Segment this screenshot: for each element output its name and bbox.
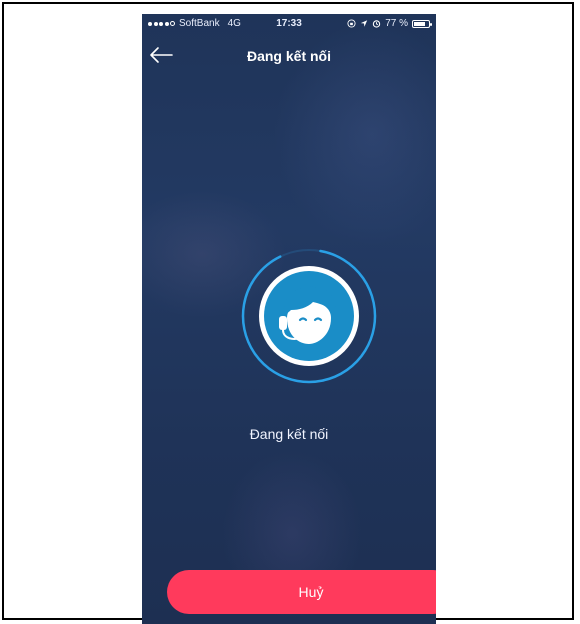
status-bar: SoftBank 4G 17:33 77 %: [142, 14, 436, 34]
nav-bar: Đang kết nối: [142, 38, 436, 74]
battery-icon: [412, 19, 432, 28]
cancel-button[interactable]: Huỷ: [167, 570, 436, 614]
status-right: 77 %: [347, 18, 432, 29]
lock-rotation-icon: [347, 19, 356, 28]
battery-percent: 77 %: [385, 18, 408, 29]
connecting-avatar: [239, 246, 379, 386]
location-icon: [361, 20, 368, 27]
progress-ring: [241, 248, 377, 384]
alarm-icon: [373, 20, 381, 28]
page-title: Đang kết nối: [246, 48, 331, 64]
connecting-status-text: Đang kết nối: [249, 426, 329, 442]
phone-screen: SoftBank 4G 17:33 77 % Đang kết nối Đang…: [142, 14, 436, 624]
